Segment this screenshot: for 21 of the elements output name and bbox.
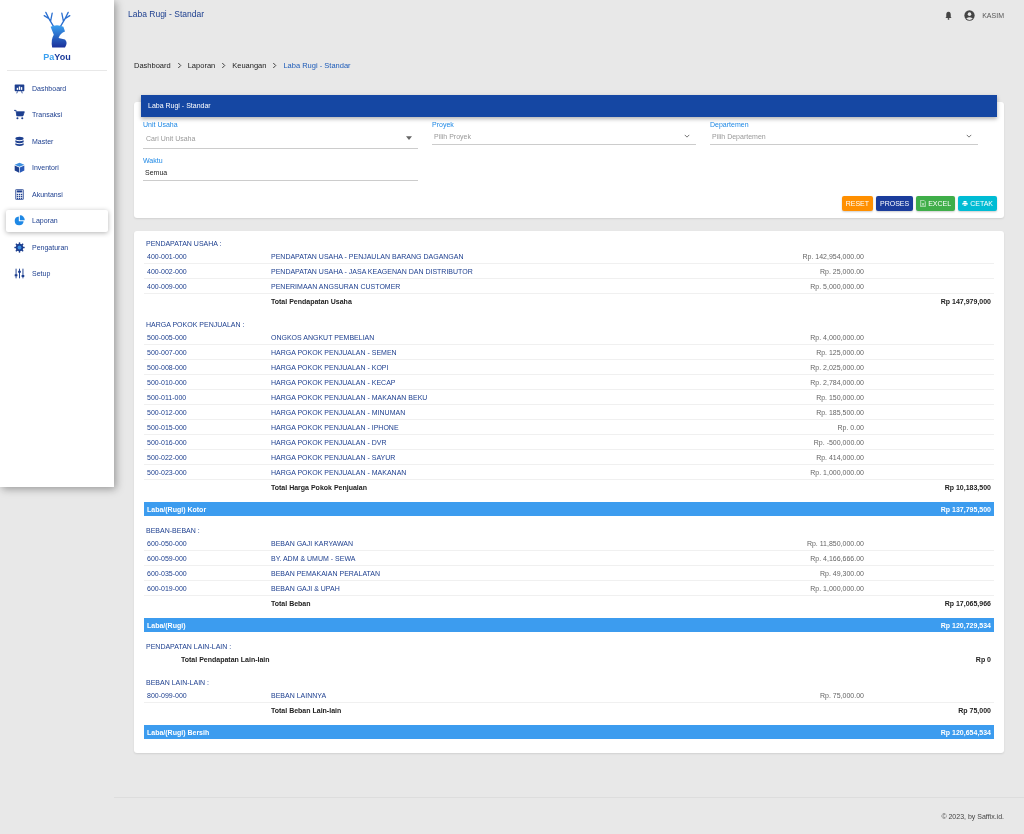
bell-icon[interactable] xyxy=(944,10,954,20)
logo-text: PaYou xyxy=(43,52,71,62)
chart-board-icon xyxy=(14,82,25,94)
chevron-right-icon xyxy=(272,61,278,69)
caret-icon xyxy=(406,136,412,140)
user-avatar-icon[interactable] xyxy=(964,9,976,21)
spreadsheet-file-icon xyxy=(920,200,927,207)
chevron-down-icon xyxy=(966,134,972,138)
pie-chart-icon xyxy=(14,215,25,227)
gear-icon xyxy=(14,241,25,253)
page-title: Laba Rugi - Standar xyxy=(128,8,205,19)
chevron-down-icon xyxy=(684,134,690,138)
chevron-right-icon xyxy=(176,61,182,69)
chevron-right-icon xyxy=(221,61,227,69)
sliders-icon xyxy=(14,268,25,280)
deer-logo-icon xyxy=(41,10,73,50)
calculator-icon xyxy=(14,188,25,200)
box-icon xyxy=(14,162,25,174)
database-icon xyxy=(14,135,25,147)
cart-icon xyxy=(14,109,25,121)
printer-icon xyxy=(962,200,969,207)
